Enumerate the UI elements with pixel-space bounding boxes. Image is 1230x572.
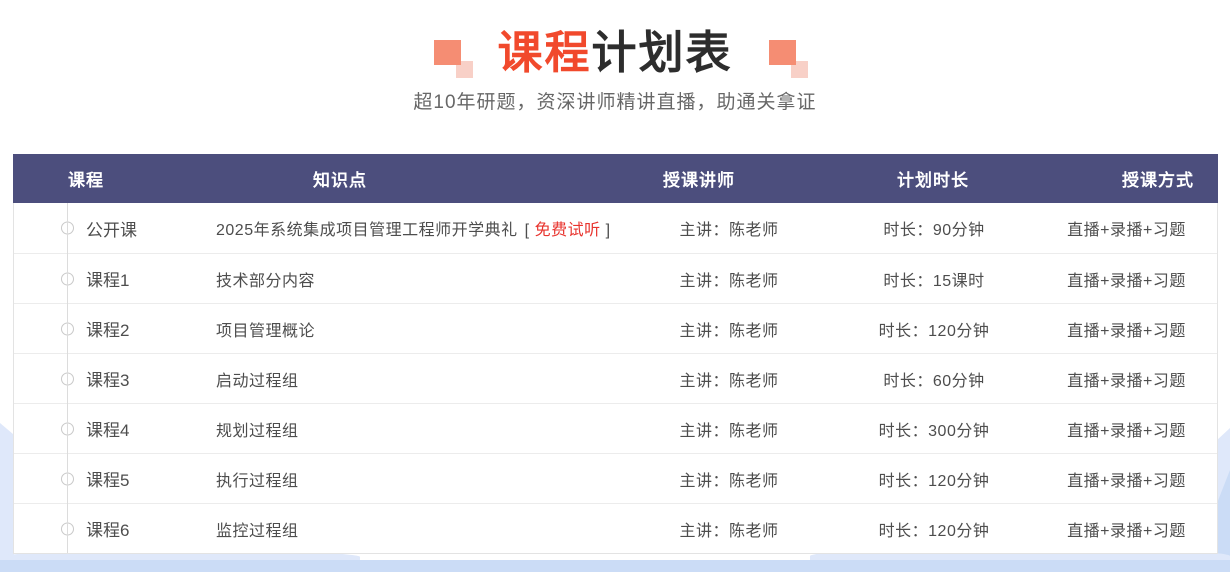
timeline-line — [67, 203, 68, 553]
deco-square-right — [769, 40, 796, 65]
cell-mode: 直播+录播+习题 — [1034, 267, 1219, 291]
cell-teacher: 主讲：陈老师 — [624, 517, 834, 541]
course-label: 课程4 — [86, 421, 129, 440]
trial-bracket-close: ] — [606, 222, 611, 239]
page-title-rest: 计划表 — [592, 27, 733, 78]
course-label: 课程2 — [86, 321, 129, 340]
cell-course: 课程6 — [14, 516, 164, 541]
cell-duration: 时长：300分钟 — [834, 417, 1034, 441]
course-label: 课程6 — [86, 521, 129, 540]
cell-course: 课程1 — [14, 266, 164, 291]
cell-teacher: 主讲：陈老师 — [624, 467, 834, 491]
cell-mode: 直播+录播+习题 — [1034, 417, 1219, 441]
table-header-row: 课程 知识点 授课讲师 计划时长 授课方式 — [13, 154, 1218, 203]
cell-topic: 执行过程组 — [164, 467, 624, 491]
cell-duration: 时长：15课时 — [834, 267, 1034, 291]
course-plan-page: 课程计划表 超10年研题，资深讲师精讲直播，助通关拿证 课程 知识点 授课讲师 … — [0, 0, 1230, 572]
cell-teacher: 主讲：陈老师 — [624, 367, 834, 391]
cell-duration: 时长：120分钟 — [834, 517, 1034, 541]
page-subtitle: 超10年研题，资深讲师精讲直播，助通关拿证 — [0, 87, 1230, 114]
cell-course: 公开课 — [14, 216, 164, 241]
table-row: 课程1 技术部分内容 主讲：陈老师 时长：15课时 直播+录播+习题 — [14, 253, 1217, 303]
cell-mode: 直播+录播+习题 — [1034, 317, 1219, 341]
table-row: 公开课 2025年系统集成项目管理工程师开学典礼 [ 免费试听] 主讲：陈老师 时长… — [14, 203, 1217, 253]
course-label: 公开课 — [86, 221, 137, 240]
cell-teacher: 主讲：陈老师 — [624, 417, 834, 441]
cell-mode: 直播+录播+习题 — [1034, 216, 1219, 240]
table-row: 课程2 项目管理概论 主讲：陈老师 时长：120分钟 直播+录播+习题 — [14, 303, 1217, 353]
table-row: 课程5 执行过程组 主讲：陈老师 时长：120分钟 直播+录播+习题 — [14, 453, 1217, 503]
table-row: 课程6 监控过程组 主讲：陈老师 时长：120分钟 直播+录播+习题 — [14, 503, 1217, 553]
cell-duration: 时长：60分钟 — [834, 367, 1034, 391]
cell-course: 课程3 — [14, 366, 164, 391]
page-title-highlight: 课程 — [497, 27, 591, 78]
cell-course: 课程5 — [14, 466, 164, 491]
cell-topic: 2025年系统集成项目管理工程师开学典礼 [ 免费试听] — [164, 216, 624, 240]
title-row: 课程计划表 — [0, 28, 1230, 78]
deco-square-left — [434, 40, 461, 65]
course-label: 课程3 — [86, 371, 129, 390]
cell-duration: 时长：120分钟 — [834, 467, 1034, 491]
column-header-mode: 授课方式 — [1033, 166, 1218, 191]
deco-square-left-light — [456, 61, 473, 78]
cell-mode: 直播+录播+习题 — [1034, 467, 1219, 491]
cell-topic: 规划过程组 — [164, 417, 624, 441]
trial-bracket-open: [ — [525, 222, 530, 239]
cell-duration: 时长：120分钟 — [834, 317, 1034, 341]
cell-topic: 启动过程组 — [164, 367, 624, 391]
page-title: 课程计划表 — [497, 28, 732, 78]
cell-mode: 直播+录播+习题 — [1034, 367, 1219, 391]
cell-topic: 监控过程组 — [164, 517, 624, 541]
cell-topic: 项目管理概论 — [164, 317, 624, 341]
column-header-course: 课程 — [13, 166, 163, 191]
background-wave-bottom — [0, 560, 1230, 572]
cell-mode: 直播+录播+习题 — [1034, 517, 1219, 541]
cell-teacher: 主讲：陈老师 — [624, 216, 834, 240]
topic-text: 2025年系统集成项目管理工程师开学典礼 — [216, 222, 518, 239]
course-label: 课程1 — [86, 271, 129, 290]
table-row: 课程4 规划过程组 主讲：陈老师 时长：300分钟 直播+录播+习题 — [14, 403, 1217, 453]
cell-teacher: 主讲：陈老师 — [624, 267, 834, 291]
column-header-teacher: 授课讲师 — [623, 166, 833, 191]
background-wave-left — [0, 423, 14, 572]
course-label: 课程5 — [86, 471, 129, 490]
column-header-topic: 知识点 — [163, 166, 623, 191]
cell-topic: 技术部分内容 — [164, 267, 624, 291]
cell-course: 课程2 — [14, 316, 164, 341]
cell-course: 课程4 — [14, 416, 164, 441]
column-header-duration: 计划时长 — [833, 166, 1033, 191]
free-trial-link[interactable]: 免费试听 — [535, 222, 601, 239]
table-body: 公开课 2025年系统集成项目管理工程师开学典礼 [ 免费试听] 主讲：陈老师 时长… — [13, 203, 1218, 554]
deco-square-right-light — [791, 61, 808, 78]
course-plan-table: 课程 知识点 授课讲师 计划时长 授课方式 公开课 2025年系统集成项目管理工… — [13, 154, 1218, 554]
table-row: 课程3 启动过程组 主讲：陈老师 时长：60分钟 直播+录播+习题 — [14, 353, 1217, 403]
cell-duration: 时长：90分钟 — [834, 216, 1034, 240]
cell-teacher: 主讲：陈老师 — [624, 317, 834, 341]
